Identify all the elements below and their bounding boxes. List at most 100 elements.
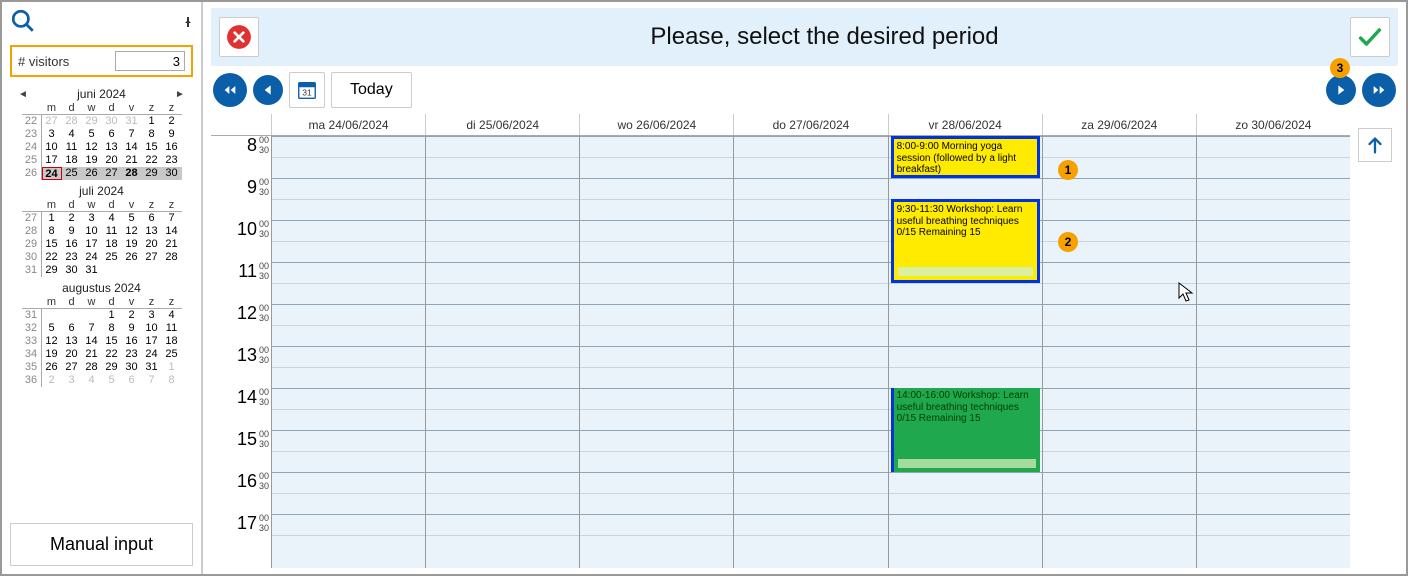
calendar-day[interactable]: 27 [42,115,62,128]
calendar-day[interactable]: 12 [122,225,142,238]
calendar-day[interactable]: 11 [162,322,182,335]
calendar-day[interactable]: 27 [142,251,162,264]
calendar-day[interactable]: 4 [82,374,102,387]
calendar-day[interactable]: 8 [102,322,122,335]
today-button[interactable]: Today [331,72,412,108]
close-button[interactable] [219,17,259,57]
calendar-day[interactable]: 15 [42,238,62,251]
calendar-day[interactable]: 8 [42,225,62,238]
calendar-day[interactable]: 11 [102,225,122,238]
calendar-day[interactable]: 25 [162,348,182,361]
calendar-day[interactable]: 29 [102,361,122,374]
day-column[interactable] [1196,136,1350,568]
calendar-day[interactable]: 6 [102,128,122,141]
calendar-day[interactable] [142,264,162,277]
calendar-day[interactable]: 18 [162,335,182,348]
calendar-day[interactable]: 3 [42,128,62,141]
calendar-day[interactable]: 18 [102,238,122,251]
calendar-day[interactable]: 4 [162,309,182,322]
day-column[interactable] [425,136,579,568]
calendar-day[interactable]: 29 [142,167,162,180]
calendar-day[interactable]: 9 [62,225,82,238]
calendar-day[interactable]: 28 [162,251,182,264]
calendar-day[interactable]: 20 [62,348,82,361]
calendar-day[interactable]: 11 [62,141,82,154]
month-prev-icon[interactable]: ◄ [18,89,28,100]
scroll-up-button[interactable] [1358,128,1392,162]
calendar-day[interactable]: 22 [142,154,162,167]
calendar-day[interactable]: 21 [122,154,142,167]
calendar-day[interactable]: 31 [142,361,162,374]
calendar-day[interactable]: 28 [82,361,102,374]
calendar-day[interactable]: 2 [122,309,142,322]
calendar-day[interactable] [162,264,182,277]
calendar-day[interactable]: 7 [122,128,142,141]
calendar-day[interactable]: 30 [62,264,82,277]
calendar-day[interactable]: 20 [102,154,122,167]
calendar-day[interactable]: 3 [82,212,102,225]
calendar-day[interactable]: 28 [62,115,82,128]
calendar-picker-button[interactable]: 31 [289,72,325,108]
backward-button[interactable] [253,75,283,105]
calendar-day[interactable] [42,309,62,322]
calendar-day[interactable]: 7 [82,322,102,335]
calendar-day[interactable]: 29 [42,264,62,277]
calendar-day[interactable]: 4 [62,128,82,141]
calendar-day[interactable]: 10 [82,225,102,238]
calendar-day[interactable]: 17 [42,154,62,167]
calendar-day[interactable]: 1 [102,309,122,322]
calendar-day[interactable]: 16 [162,141,182,154]
calendar-day[interactable]: 14 [82,335,102,348]
calendar-day[interactable]: 29 [82,115,102,128]
calendar-day[interactable]: 3 [142,309,162,322]
calendar-day[interactable]: 5 [82,128,102,141]
calendar-day[interactable]: 21 [82,348,102,361]
month-next-icon[interactable]: ► [175,89,185,100]
search-icon[interactable] [10,8,36,37]
calendar-day[interactable]: 21 [162,238,182,251]
calendar-day[interactable]: 24 [42,167,62,180]
calendar-day[interactable]: 13 [102,141,122,154]
day-column[interactable]: 8:00-9:00 Morning yoga session (followed… [888,136,1042,568]
calendar-day[interactable] [102,264,122,277]
calendar-day[interactable]: 7 [142,374,162,387]
calendar-day[interactable]: 30 [122,361,142,374]
calendar-day[interactable]: 17 [142,335,162,348]
calendar-day[interactable]: 24 [82,251,102,264]
day-column[interactable] [579,136,733,568]
calendar-day[interactable]: 16 [122,335,142,348]
calendar-day[interactable]: 14 [122,141,142,154]
calendar-day[interactable]: 6 [142,212,162,225]
calendar-day[interactable]: 19 [82,154,102,167]
calendar-event[interactable]: 8:00-9:00 Morning yoga session (followed… [891,136,1040,178]
calendar-day[interactable]: 20 [142,238,162,251]
calendar-day[interactable]: 28 [122,167,142,180]
calendar-day[interactable]: 6 [62,322,82,335]
calendar-day[interactable]: 23 [122,348,142,361]
calendar-event[interactable]: 14:00-16:00 Workshop: Learn useful breat… [891,388,1040,472]
pin-icon[interactable] [183,16,193,30]
calendar-day[interactable]: 8 [162,374,182,387]
day-column[interactable] [1042,136,1196,568]
calendar-day[interactable]: 5 [42,322,62,335]
calendar-day[interactable]: 25 [102,251,122,264]
calendar-day[interactable]: 1 [142,115,162,128]
fast-backward-button[interactable] [213,73,247,107]
day-column[interactable] [733,136,887,568]
calendar-day[interactable]: 1 [162,361,182,374]
calendar-day[interactable]: 2 [62,212,82,225]
calendar-day[interactable]: 6 [122,374,142,387]
calendar-day[interactable]: 31 [82,264,102,277]
calendar-day[interactable]: 9 [122,322,142,335]
calendar-day[interactable]: 12 [82,141,102,154]
calendar-day[interactable]: 27 [62,361,82,374]
calendar-event[interactable]: 9:30-11:30 Workshop: Learn useful breath… [891,199,1040,283]
calendar-day[interactable]: 31 [122,115,142,128]
calendar-day[interactable]: 19 [42,348,62,361]
calendar-day[interactable]: 27 [102,167,122,180]
forward-button[interactable] [1326,75,1356,105]
calendar-day[interactable]: 22 [42,251,62,264]
calendar-day[interactable]: 26 [42,361,62,374]
calendar-day[interactable]: 26 [82,167,102,180]
calendar-day[interactable]: 2 [42,374,62,387]
